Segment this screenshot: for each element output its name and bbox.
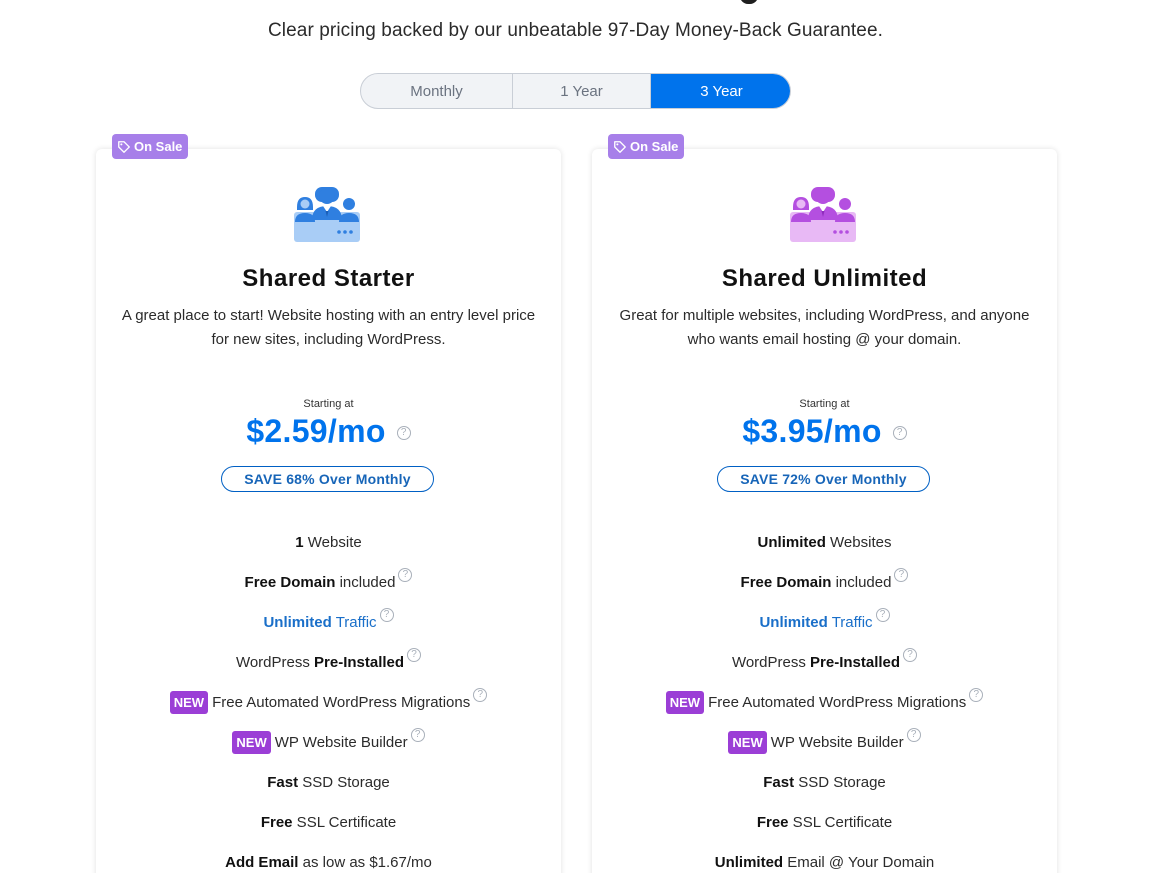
- savings-pill: SAVE 68% Over Monthly: [221, 466, 434, 492]
- feature-list: 1 Website Free Domain included? Unlimite…: [96, 532, 561, 873]
- help-icon[interactable]: ?: [407, 648, 422, 662]
- on-sale-label: On Sale: [134, 139, 183, 154]
- feature-list: Unlimited Websites Free Domain included?…: [592, 532, 1057, 873]
- heading-descender: [740, 0, 870, 6]
- feature-builder: NEW WP Website Builder?: [592, 728, 1057, 772]
- feature-builder: NEW WP Website Builder?: [96, 728, 561, 772]
- tab-1-year[interactable]: 1 Year: [513, 74, 651, 108]
- feature-migrations: NEW Free Automated WordPress Migrations?: [96, 688, 561, 732]
- starting-at-label: Starting at: [799, 398, 850, 410]
- plan-name: Shared Unlimited: [721, 265, 928, 292]
- help-icon[interactable]: ?: [410, 728, 425, 742]
- on-sale-badge: On Sale: [112, 134, 189, 159]
- starting-at-label: Starting at: [303, 398, 354, 410]
- plan-card-shared-unlimited: On Sale Shared Unlimited Great for multi…: [592, 134, 1057, 873]
- price-row: $2.59/mo ?: [96, 413, 561, 450]
- help-icon[interactable]: ?: [969, 688, 984, 702]
- new-tag: NEW: [169, 691, 209, 714]
- help-icon[interactable]: ?: [906, 728, 921, 742]
- feature-migrations: NEW Free Automated WordPress Migrations?: [592, 688, 1057, 732]
- feature-traffic: Unlimited Traffic?: [96, 608, 561, 652]
- feature-wordpress: WordPress Pre-Installed?: [592, 648, 1057, 692]
- help-icon[interactable]: ?: [398, 568, 413, 582]
- feature-websites: 1 Website: [295, 534, 362, 551]
- tag-icon: [118, 140, 130, 153]
- plan-name: Shared Starter: [242, 265, 415, 292]
- help-icon[interactable]: ?: [379, 608, 394, 622]
- feature-websites: Unlimited Websites: [757, 534, 892, 551]
- new-tag: NEW: [728, 731, 767, 754]
- savings-pill: SAVE 72% Over Monthly: [717, 466, 930, 492]
- feature-email: Unlimited Email @ Your Domain: [714, 854, 935, 871]
- team-icon: [294, 187, 360, 242]
- feature-domain: Free Domain included?: [96, 568, 561, 612]
- plan-description: A great place to start! Website hosting …: [121, 307, 536, 348]
- help-icon[interactable]: ?: [892, 425, 907, 440]
- help-icon[interactable]: ?: [473, 688, 488, 702]
- team-icon: [790, 187, 856, 242]
- new-tag: NEW: [665, 691, 705, 714]
- plan-description: Great for multiple websites, including W…: [619, 307, 1030, 348]
- help-icon[interactable]: ?: [396, 425, 411, 440]
- plan-card-shared-starter: On Sale Shared Starter A great place to …: [96, 134, 561, 873]
- tag-icon: [614, 140, 626, 153]
- tab-monthly[interactable]: Monthly: [361, 74, 513, 108]
- help-icon[interactable]: ?: [894, 568, 909, 582]
- feature-wordpress: WordPress Pre-Installed?: [96, 648, 561, 692]
- plan-price: $2.59/mo: [246, 413, 386, 449]
- on-sale-badge: On Sale: [608, 134, 685, 159]
- new-tag: NEW: [232, 731, 271, 754]
- feature-ssl: Free SSL Certificate: [756, 814, 893, 831]
- feature-traffic: Unlimited Traffic?: [592, 608, 1057, 652]
- help-icon[interactable]: ?: [903, 648, 918, 662]
- help-icon[interactable]: ?: [875, 608, 890, 622]
- price-row: $3.95/mo ?: [592, 413, 1057, 450]
- billing-term-toggle[interactable]: Monthly 1 Year 3 Year: [360, 73, 791, 109]
- page-subtitle: Clear pricing backed by our unbeatable 9…: [267, 20, 884, 41]
- feature-email: Add Email as low as $1.67/mo: [225, 854, 432, 871]
- feature-storage: Fast SSD Storage: [267, 774, 390, 791]
- section-heading-overflow: [0, 0, 1157, 6]
- feature-ssl: Free SSL Certificate: [260, 814, 397, 831]
- plan-price: $3.95/mo: [742, 413, 882, 449]
- feature-domain: Free Domain included?: [592, 568, 1057, 612]
- tab-3-year[interactable]: 3 Year: [651, 74, 790, 108]
- on-sale-label: On Sale: [630, 139, 679, 154]
- feature-storage: Fast SSD Storage: [763, 774, 886, 791]
